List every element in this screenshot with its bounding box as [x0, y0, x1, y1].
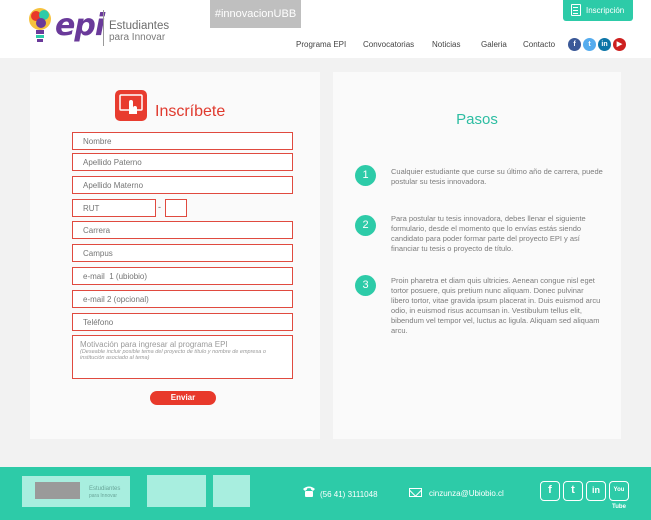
form-icon — [571, 4, 581, 16]
step-text: Proin pharetra et diam quis ultricies. A… — [391, 276, 601, 335]
nav-item-noticias[interactable]: Noticias — [432, 40, 460, 49]
motivacion-label: Motivación para ingresar al programa EPI — [80, 340, 228, 349]
hashtag-banner[interactable]: #innovacionUBB — [210, 0, 301, 28]
rut-field[interactable] — [72, 199, 156, 217]
motivacion-textarea[interactable]: Motivación para ingresar al programa EPI… — [72, 335, 293, 379]
campus-field[interactable] — [72, 244, 293, 262]
nav-item-galeria[interactable]: Galeria — [481, 40, 507, 49]
youtube-icon[interactable]: You Tube — [609, 481, 629, 510]
email2-field[interactable] — [72, 290, 293, 308]
twitter-icon[interactable]: t — [583, 38, 596, 51]
step-text: Para postular tu tesis innovadora, debes… — [391, 214, 586, 253]
mail-icon — [409, 488, 422, 497]
carrera-field[interactable] — [72, 221, 293, 239]
footer-logo-placeholder — [35, 482, 80, 499]
logo-divider — [103, 10, 104, 46]
footer-partner-box[interactable] — [213, 475, 250, 507]
apellido-materno-field[interactable] — [72, 176, 293, 194]
footer-phone: (56 41) 3111048 — [320, 490, 378, 499]
email1-field[interactable] — [72, 267, 293, 285]
facebook-icon[interactable]: f — [540, 481, 560, 501]
lightbulb-logo-icon[interactable] — [28, 7, 52, 45]
telefono-field[interactable] — [72, 313, 293, 331]
inscripcion-button[interactable]: Inscripción — [563, 0, 633, 21]
hand-click-icon — [115, 90, 147, 121]
phone-icon — [303, 486, 315, 497]
nav-item-convocatorias[interactable]: Convocatorias — [363, 40, 414, 49]
apellido-paterno-field[interactable] — [72, 153, 293, 171]
steps-title: Pasos — [456, 111, 498, 128]
step-text: Cualquier estudiante que curse su último… — [391, 167, 603, 186]
footer-partner-box[interactable] — [147, 475, 206, 507]
step-number: 2 — [355, 215, 376, 236]
nav-item-programa-epi[interactable]: Programa EPI — [296, 40, 346, 49]
form-title: Inscríbete — [155, 103, 226, 120]
twitter-icon[interactable]: t — [563, 481, 583, 501]
footer-email[interactable]: cinzunza@Ubiobio.cl — [429, 489, 504, 498]
logo-tagline-line2: para Innovar — [109, 32, 166, 43]
inscripcion-label: Inscripción — [586, 6, 625, 15]
rut-digit-field[interactable] — [165, 199, 187, 217]
rut-separator: - — [158, 202, 161, 212]
step-number: 3 — [355, 275, 376, 296]
epi-logo[interactable]: epi — [55, 8, 105, 43]
nav-item-contacto[interactable]: Contacto — [523, 40, 555, 49]
footer-logo-text1: Estudiantes — [89, 486, 121, 492]
footer-logo-text2: para Innovar — [89, 493, 118, 499]
logo-tagline-line1: Estudiantes — [109, 20, 170, 32]
motivacion-hint: (Deseable incluir posible tema del proye… — [80, 349, 266, 361]
nombre-field[interactable] — [72, 132, 293, 150]
linkedin-icon[interactable]: in — [598, 38, 611, 51]
submit-button[interactable]: Enviar — [150, 391, 216, 405]
youtube-icon[interactable]: ▶ — [613, 38, 626, 51]
step-number: 1 — [355, 165, 376, 186]
linkedin-icon[interactable]: in — [586, 481, 606, 501]
facebook-icon[interactable]: f — [568, 38, 581, 51]
